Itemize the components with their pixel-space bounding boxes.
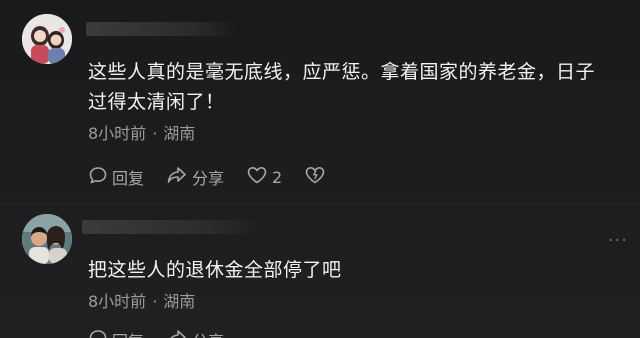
reply-label: 回复 — [112, 169, 145, 188]
username-redacted[interactable] — [82, 220, 262, 234]
comment-actions: 回复 分享 2 — [88, 165, 330, 189]
share-label: 分享 — [192, 328, 224, 338]
comment-time: 8小时前 — [88, 124, 147, 143]
reply-label: 回复 — [112, 328, 144, 338]
comment-text-line-1: 把这些人的退休金全部停了吧 — [88, 259, 342, 281]
meta-separator: · — [152, 124, 158, 143]
comment-location: 湖南 — [163, 292, 196, 311]
share-button[interactable]: 分享 — [166, 328, 224, 338]
comment-time: 8小时前 — [88, 292, 147, 311]
comment-divider — [0, 204, 640, 205]
comment-text-line-2: 过得太清闲了！ — [88, 91, 225, 113]
avatar[interactable] — [22, 14, 72, 64]
like-count: 2 — [272, 167, 283, 187]
share-icon — [166, 328, 192, 338]
meta-separator: · — [152, 292, 158, 311]
reply-button[interactable]: 回复 — [88, 165, 144, 189]
reply-icon — [88, 328, 112, 338]
comment-text: 这些人真的是毫无底线，应严惩。拿着国家的养老金，日子 过得太清闲了！ — [88, 57, 595, 117]
reply-icon — [88, 165, 112, 189]
share-button[interactable]: 分享 — [166, 165, 224, 189]
comment-actions: 回复 分享 — [88, 328, 246, 338]
comment-text-line-1: 这些人真的是毫无底线，应严惩。拿着国家的养老金，日子 — [88, 61, 596, 83]
share-icon — [166, 165, 192, 189]
reply-button[interactable]: 回复 — [88, 328, 144, 338]
comment-list: 这些人真的是毫无底线，应严惩。拿着国家的养老金，日子 过得太清闲了！ 8小时前 ·… — [0, 0, 640, 338]
comment-item: 这些人真的是毫无底线，应严惩。拿着国家的养老金，日子 过得太清闲了！ 8小时前 ·… — [0, 0, 640, 200]
comment-item: ··· 把这些人的退休金全部停了吧 8小时前 · 湖南 回复 分享 — [0, 206, 640, 338]
dislike-button[interactable] — [304, 165, 330, 189]
like-heart-icon — [246, 165, 272, 189]
comment-meta: 8小时前 · 湖南 — [88, 292, 195, 312]
comment-location: 湖南 — [163, 124, 196, 143]
avatar[interactable] — [22, 214, 72, 264]
username-redacted[interactable] — [86, 22, 236, 36]
dislike-heart-icon — [304, 165, 330, 189]
comment-text: 把这些人的退休金全部停了吧 — [88, 255, 342, 285]
more-options-icon[interactable]: ··· — [608, 232, 628, 250]
like-button[interactable]: 2 — [246, 165, 282, 189]
comment-meta: 8小时前 · 湖南 — [88, 124, 195, 144]
share-label: 分享 — [192, 169, 225, 188]
